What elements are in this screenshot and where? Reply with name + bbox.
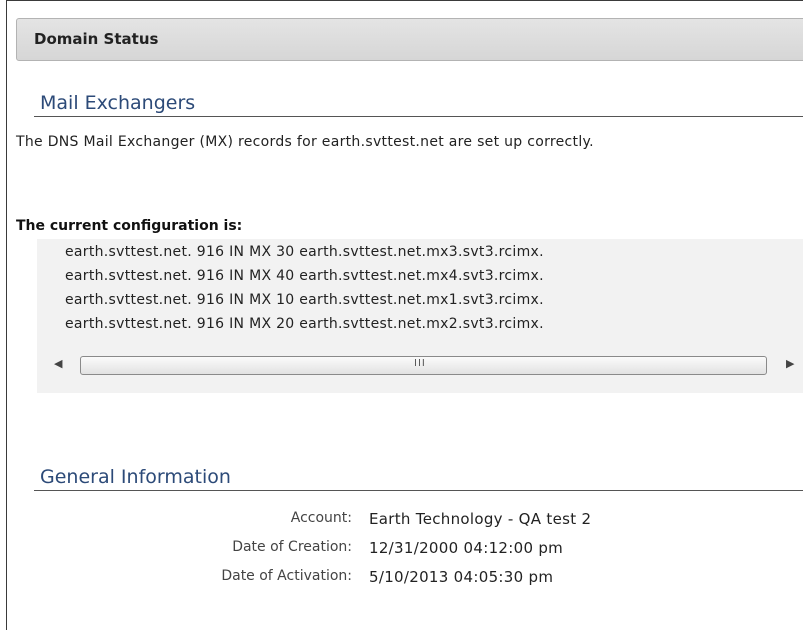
mx-record: earth.svttest.net. 916 IN MX 30 earth.sv… — [65, 244, 544, 260]
general-information-heading-text: General Information — [40, 466, 231, 488]
account-label: Account: — [290, 510, 352, 526]
mx-records-box: earth.svttest.net. 916 IN MX 30 earth.sv… — [37, 239, 803, 393]
activation-date-label: Date of Activation: — [221, 568, 352, 584]
domain-status-window: Domain Status Mail Exchangers The DNS Ma… — [6, 0, 803, 630]
general-information-table: Account: Earth Technology - QA test 2 Da… — [37, 510, 803, 597]
mx-record: earth.svttest.net. 916 IN MX 10 earth.sv… — [65, 292, 544, 308]
account-value: Earth Technology - QA test 2 — [369, 510, 592, 528]
info-row-creation: Date of Creation: 12/31/2000 04:12:00 pm — [37, 539, 803, 568]
config-label: The current configuration is: — [16, 218, 243, 234]
panel-title: Domain Status — [34, 30, 159, 48]
scroll-left-arrow-icon[interactable]: ◀ — [54, 357, 62, 370]
info-row-activation: Date of Activation: 5/10/2013 04:05:30 p… — [37, 568, 803, 597]
horizontal-scrollbar[interactable]: ◀ III ▶ — [37, 353, 803, 377]
mx-records-list: earth.svttest.net. 916 IN MX 30 earth.sv… — [65, 240, 544, 336]
scrollbar-grip-icon: III — [414, 358, 426, 369]
scrollbar-thumb[interactable]: III — [80, 356, 767, 375]
mail-exchangers-heading-text: Mail Exchangers — [40, 92, 196, 114]
general-information-heading: General Information — [34, 460, 803, 491]
mail-exchangers-heading: Mail Exchangers — [34, 87, 803, 117]
panel-header: Domain Status — [16, 18, 803, 61]
scroll-right-arrow-icon[interactable]: ▶ — [786, 357, 794, 370]
creation-date-value: 12/31/2000 04:12:00 pm — [369, 539, 564, 557]
mx-record: earth.svttest.net. 916 IN MX 40 earth.sv… — [65, 268, 544, 284]
mx-record: earth.svttest.net. 916 IN MX 20 earth.sv… — [65, 316, 544, 332]
creation-date-label: Date of Creation: — [232, 539, 352, 555]
mx-description: The DNS Mail Exchanger (MX) records for … — [16, 134, 594, 150]
info-row-account: Account: Earth Technology - QA test 2 — [37, 510, 803, 539]
activation-date-value: 5/10/2013 04:05:30 pm — [369, 568, 554, 586]
